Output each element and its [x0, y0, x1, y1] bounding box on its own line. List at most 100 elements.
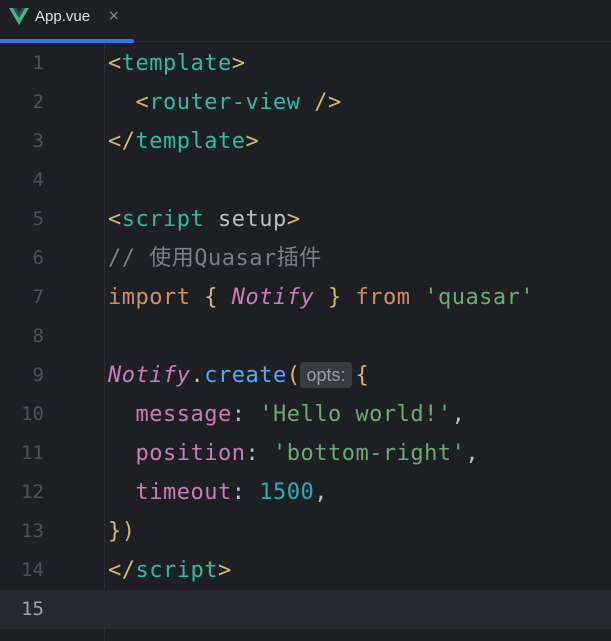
code-token: , [465, 441, 480, 466]
line-number: 8 [32, 325, 44, 347]
code-token: Notify [231, 285, 315, 310]
code-line[interactable]: 6 // 使用Quasar插件 [0, 239, 611, 278]
code-token: create [204, 363, 287, 388]
code-token: < [108, 207, 122, 232]
code-line[interactable]: 4 [0, 161, 611, 200]
line-number: 11 [21, 442, 44, 464]
code-token: from [355, 285, 411, 310]
code-text: <template> [108, 44, 245, 83]
code-text: timeout: 1500, [108, 473, 328, 512]
code-token: import [108, 285, 191, 310]
code-text: </script> [108, 551, 232, 590]
code-token: } [327, 285, 342, 310]
code-text: position: 'bottom-right', [108, 434, 479, 473]
code-line[interactable]: 3 </template> [0, 122, 611, 161]
code-line[interactable]: 9 Notify.create(opts:{ [0, 356, 611, 395]
editor-tab-bar: App.vue × [0, 0, 611, 43]
code-token: ) [121, 519, 136, 544]
line-number: 2 [32, 91, 44, 113]
code-line[interactable]: 8 [0, 317, 611, 356]
line-number: 15 [21, 598, 44, 620]
code-token: 'bottom-right' [272, 441, 466, 466]
code-token: ( [286, 363, 301, 388]
line-number: 7 [32, 286, 44, 308]
close-icon[interactable]: × [108, 7, 120, 25]
code-token: > [286, 207, 301, 232]
parameter-hint: opts: [300, 362, 352, 388]
code-token: > [217, 558, 232, 583]
code-token: 'quasar' [424, 285, 535, 310]
line-number: 10 [21, 403, 44, 425]
code-line[interactable]: 14 </script> [0, 551, 611, 590]
code-token: setup [217, 207, 287, 232]
code-token: { [204, 285, 218, 310]
code-line[interactable]: 1 <template> [0, 44, 611, 83]
code-line[interactable]: 10 message: 'Hello world!', [0, 395, 611, 434]
code-token: template [121, 51, 232, 76]
code-editor[interactable]: 1 <template> 2 <router-view /> 3 </template>… [0, 43, 611, 641]
code-token: { [355, 363, 370, 388]
line-number: 12 [21, 481, 44, 503]
code-token: message [135, 402, 232, 427]
code-token: 'Hello world!' [259, 402, 452, 427]
code-token: : [245, 441, 273, 466]
code-text: import { Notify } from 'quasar' [108, 278, 534, 317]
code-token: position [135, 441, 246, 466]
code-line[interactable]: 12 timeout: 1500, [0, 473, 611, 512]
code-text: </template> [108, 122, 259, 161]
code-token: </ [108, 129, 136, 154]
code-line[interactable]: 13}) [0, 512, 611, 551]
code-token: Notify [108, 363, 191, 388]
line-number: 14 [21, 559, 44, 581]
tab-label: App.vue [35, 8, 91, 25]
line-number: 6 [32, 247, 44, 269]
line-number: 1 [32, 52, 44, 74]
code-token: . [190, 363, 205, 388]
vue-icon [9, 8, 29, 25]
code-token: timeout [135, 480, 232, 505]
code-token: router-view [149, 90, 301, 115]
code-line[interactable]: 7 import { Notify } from 'quasar' [0, 278, 611, 317]
code-text: message: 'Hello world!', [108, 395, 465, 434]
code-token: < [135, 90, 150, 115]
code-text: }) [108, 512, 136, 551]
code-line[interactable]: 15 [0, 590, 611, 629]
code-token: > [245, 129, 260, 154]
code-token: , [314, 480, 328, 505]
code-token: < [108, 51, 122, 76]
tab-app-vue[interactable]: App.vue × [0, 0, 134, 43]
code-token: 1500 [259, 480, 315, 505]
code-line[interactable]: 2 <router-view /> [0, 83, 611, 122]
code-token: /> [314, 90, 342, 115]
code-line[interactable]: 11 position: 'bottom-right', [0, 434, 611, 473]
code-text: // 使用Quasar插件 [108, 239, 322, 278]
code-token: template [135, 129, 246, 154]
line-number: 5 [32, 208, 44, 230]
code-token: script [121, 207, 205, 232]
code-text: Notify.create(opts:{ [108, 356, 369, 395]
line-number: 4 [32, 169, 44, 191]
line-number: 9 [32, 364, 44, 386]
line-number: 3 [32, 130, 44, 152]
code-text: <script setup> [108, 200, 300, 239]
code-token: </ [108, 558, 136, 583]
code-token: , [451, 402, 466, 427]
code-text: <router-view /> [108, 83, 342, 122]
code-token: // 使用Quasar插件 [108, 246, 322, 271]
code-token: } [108, 519, 122, 544]
code-token: : [231, 480, 260, 505]
code-token: : [231, 402, 260, 427]
code-token: > [231, 51, 246, 76]
code-line[interactable]: 5 <script setup> [0, 200, 611, 239]
